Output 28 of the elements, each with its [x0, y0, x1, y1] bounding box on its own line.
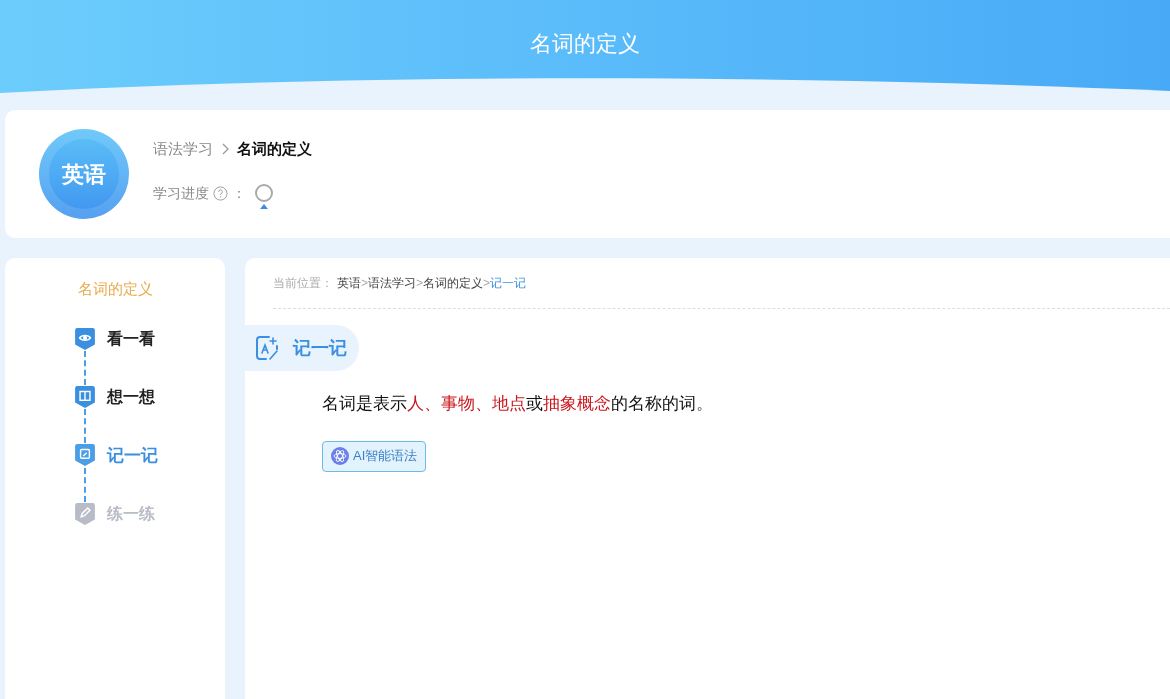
progress-label: 学习进度	[153, 183, 209, 203]
progress-marker-icon	[254, 184, 274, 211]
separator-text: >	[361, 275, 368, 292]
colon-text: ：	[232, 183, 246, 203]
location-link[interactable]: 英语	[337, 274, 361, 292]
breadcrumb-link[interactable]: 语法学习	[153, 137, 213, 161]
chevron-icon	[221, 143, 229, 155]
pencil-icon	[75, 503, 95, 525]
eye-icon	[75, 327, 95, 350]
page-title: 名词的定义	[530, 30, 640, 58]
sidebar-title: 名词的定义	[77, 279, 153, 299]
section-title: 记一记	[293, 336, 347, 360]
definition-text: 名词是表示人、事物、地点或抽象概念的名称的词。	[322, 393, 714, 415]
note-edit-icon	[255, 335, 281, 361]
step-item[interactable]: 想一想	[107, 384, 155, 409]
separator-text: >	[483, 275, 491, 292]
step-item[interactable]: 看一看	[107, 326, 155, 351]
book-icon	[75, 385, 95, 408]
help-icon[interactable]	[213, 185, 228, 201]
location-link[interactable]: 语法学习	[368, 274, 416, 292]
atom-icon	[331, 447, 349, 465]
subject-badge: 英语	[39, 129, 129, 219]
separator-text: >	[416, 275, 424, 292]
ai-grammar-button[interactable]: AI智能语法	[322, 440, 427, 472]
breadcrumb-link[interactable]: 名词的定义	[237, 137, 312, 161]
location-link[interactable]: 名词的定义	[423, 274, 484, 292]
location-link[interactable]: 记一记	[490, 274, 527, 292]
location-label: 当前位置：	[273, 275, 333, 292]
